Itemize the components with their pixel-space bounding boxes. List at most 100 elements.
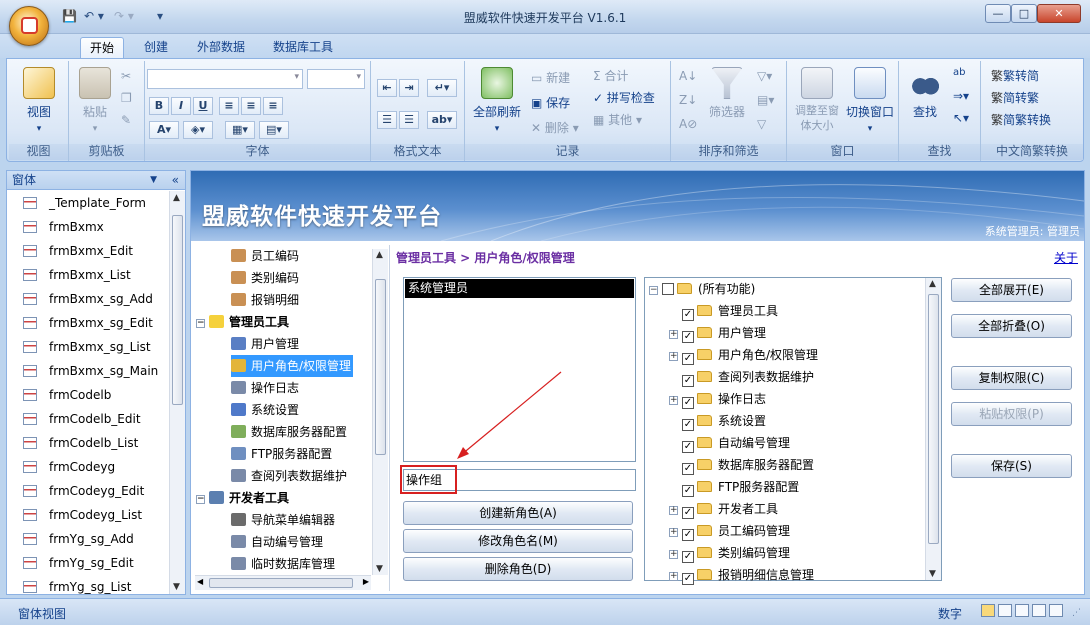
clear-sort-icon[interactable]: A⊘ <box>679 117 697 131</box>
paragraph-direction-icon[interactable]: ↵▾ <box>427 79 457 97</box>
role-list-item[interactable]: 系统管理员 <box>405 279 634 298</box>
refresh-all-button[interactable]: 全部刷新 ▾ <box>469 67 525 134</box>
checkbox-checked-icon[interactable]: ✓ <box>682 529 694 541</box>
copy-icon[interactable]: ❐ <box>121 91 132 105</box>
datasheet-view-icon[interactable] <box>998 604 1012 617</box>
menu-tree-vscroll[interactable]: ▲ ▼ <box>372 249 388 575</box>
menu-tree-group[interactable]: − 开发者工具 <box>196 487 289 509</box>
permission-item[interactable]: ✓ FTP服务器配置 <box>669 476 799 498</box>
perm-scroll-up-icon[interactable]: ▲ <box>929 279 936 289</box>
font-name-combo[interactable]: ▾ <box>147 69 303 89</box>
form-list-item[interactable]: frmCodelb_List <box>23 431 138 455</box>
form-list-item[interactable]: frmCodelb_Edit <box>23 407 141 431</box>
permission-item[interactable]: ✓ 查阅列表数据维护 <box>669 366 814 388</box>
menu-scroll-right-icon[interactable]: ▶ <box>363 577 369 586</box>
find-button[interactable]: 查找 <box>903 67 947 120</box>
save-button[interactable]: 保存(S) <box>951 454 1072 478</box>
menu-tree-item[interactable]: 操作日志 <box>231 377 299 399</box>
size-to-fit-button[interactable]: 调整至窗体大小 <box>791 67 843 133</box>
view-button[interactable]: 视图 ▾ <box>15 67 63 134</box>
permission-item[interactable]: + ✓ 报销明细信息管理 <box>669 564 814 586</box>
expand-icon[interactable]: + <box>669 506 678 515</box>
bold-button[interactable]: B <box>149 97 169 115</box>
resize-grip-icon[interactable]: ⋰ <box>1072 608 1081 618</box>
checkbox-checked-icon[interactable]: ✓ <box>682 331 694 343</box>
menu-tree-group[interactable]: − 管理员工具 <box>196 311 289 333</box>
checkbox-checked-icon[interactable]: ✓ <box>682 573 694 585</box>
fill-color-icon[interactable]: ◈▾ <box>183 121 213 139</box>
checkbox-checked-icon[interactable]: ✓ <box>682 485 694 497</box>
conversion-button[interactable]: 繁简繁转换 <box>991 111 1051 128</box>
font-color-icon[interactable]: A▾ <box>149 121 179 139</box>
new-record-button[interactable]: ▭ 新建 <box>531 69 570 86</box>
maximize-button[interactable]: □ <box>1011 4 1037 23</box>
delete-record-button[interactable]: ✕ 删除 ▾ <box>531 119 579 136</box>
menu-scroll-down-icon[interactable]: ▼ <box>376 564 383 574</box>
scroll-up-icon[interactable]: ▲ <box>173 193 180 203</box>
menu-scroll-left-icon[interactable]: ◀ <box>197 577 203 586</box>
menu-hscroll-thumb[interactable] <box>209 578 353 588</box>
align-right-icon[interactable]: ≡ <box>263 97 283 115</box>
about-link[interactable]: 关于 <box>1054 249 1078 266</box>
align-center-icon[interactable]: ≡ <box>241 97 261 115</box>
menu-tree-item[interactable]: 导航菜单编辑器 <box>231 509 335 531</box>
paste-permissions-button[interactable]: 粘贴权限(P) <box>951 402 1072 426</box>
permission-item[interactable]: + ✓ 操作日志 <box>669 388 766 410</box>
selection-filter-icon[interactable]: ▽▾ <box>757 69 772 83</box>
checkbox-checked-icon[interactable]: ✓ <box>682 309 694 321</box>
toggle-filter-icon[interactable]: ▽ <box>757 117 766 131</box>
more-button[interactable]: ▦ 其他 ▾ <box>593 111 642 128</box>
form-list-item[interactable]: frmBxmx_Edit <box>23 239 133 263</box>
perm-scroll-down-icon[interactable]: ▼ <box>929 569 936 579</box>
totals-button[interactable]: Σ 合计 <box>593 67 628 84</box>
tab-database-tools[interactable]: 数据库工具 <box>264 37 342 58</box>
menu-tree-item[interactable]: 系统设置 <box>231 399 299 421</box>
form-list-item[interactable]: frmBxmx <box>23 215 104 239</box>
permission-item[interactable]: ✓ 系统设置 <box>669 410 766 432</box>
nav-scroll-thumb[interactable] <box>172 215 183 405</box>
collapse-icon[interactable]: − <box>196 319 205 328</box>
gridlines-icon[interactable]: ▦▾ <box>225 121 255 139</box>
expand-icon[interactable]: + <box>669 550 678 559</box>
form-list-item[interactable]: frmBxmx_List <box>23 263 131 287</box>
menu-tree-item[interactable]: 用户管理 <box>231 333 299 355</box>
underline-button[interactable]: U <box>193 97 213 115</box>
menu-tree-item[interactable]: FTP服务器配置 <box>231 443 332 465</box>
spelling-button[interactable]: ✓ 拼写检查 <box>593 89 655 106</box>
highlight-icon[interactable]: ab▾ <box>427 111 457 129</box>
menu-tree-item[interactable]: 数据库服务器配置 <box>231 421 347 443</box>
permission-item[interactable]: + ✓ 员工编码管理 <box>669 520 790 542</box>
expand-icon[interactable]: + <box>669 396 678 405</box>
permission-item[interactable]: ✓ 数据库服务器配置 <box>669 454 814 476</box>
menu-tree-item[interactable]: 自动编号管理 <box>231 531 323 553</box>
form-list-item[interactable]: frmBxmx_sg_List <box>23 335 151 359</box>
collapse-icon[interactable]: − <box>649 286 658 295</box>
permission-item[interactable]: + ✓ 用户角色/权限管理 <box>669 344 818 366</box>
checkbox-checked-icon[interactable]: ✓ <box>682 353 694 365</box>
expand-icon[interactable]: + <box>669 352 678 361</box>
form-list-item[interactable]: frmBxmx_sg_Add <box>23 287 153 311</box>
goto-icon[interactable]: ⇒▾ <box>953 89 969 103</box>
alternate-row-color-icon[interactable]: ▤▾ <box>259 121 289 139</box>
checkbox-checked-icon[interactable]: ✓ <box>682 507 694 519</box>
permission-item[interactable]: ✓ 自动编号管理 <box>669 432 790 454</box>
expand-all-button[interactable]: 全部展开(E) <box>951 278 1072 302</box>
expand-icon[interactable]: + <box>669 528 678 537</box>
menu-tree-hscroll[interactable]: ◀ ▶ <box>195 575 371 590</box>
expand-icon[interactable]: + <box>669 330 678 339</box>
nav-collapse-icon[interactable]: « <box>172 171 179 189</box>
form-list-item[interactable]: _Template_Form <box>23 191 146 215</box>
menu-scroll-up-icon[interactable]: ▲ <box>376 250 383 260</box>
format-painter-icon[interactable]: ✎ <box>121 113 131 127</box>
pivot-view-icon[interactable] <box>1032 604 1046 617</box>
form-list-item[interactable]: frmCodeyg_Edit <box>23 479 144 503</box>
advanced-filter-icon[interactable]: ▤▾ <box>757 93 774 107</box>
form-list-item[interactable]: frmBxmx_sg_Edit <box>23 311 153 335</box>
form-list-item[interactable]: frmCodeyg <box>23 455 115 479</box>
form-list-item[interactable]: frmBxmx_sg_Main <box>23 359 158 383</box>
rename-role-button[interactable]: 修改角色名(M) <box>403 529 633 553</box>
italic-button[interactable]: I <box>171 97 191 115</box>
tab-create[interactable]: 创建 <box>135 37 177 58</box>
nav-dropdown-icon[interactable]: ▼ <box>150 171 157 189</box>
sort-ascending-icon[interactable]: A↓ <box>679 69 697 83</box>
